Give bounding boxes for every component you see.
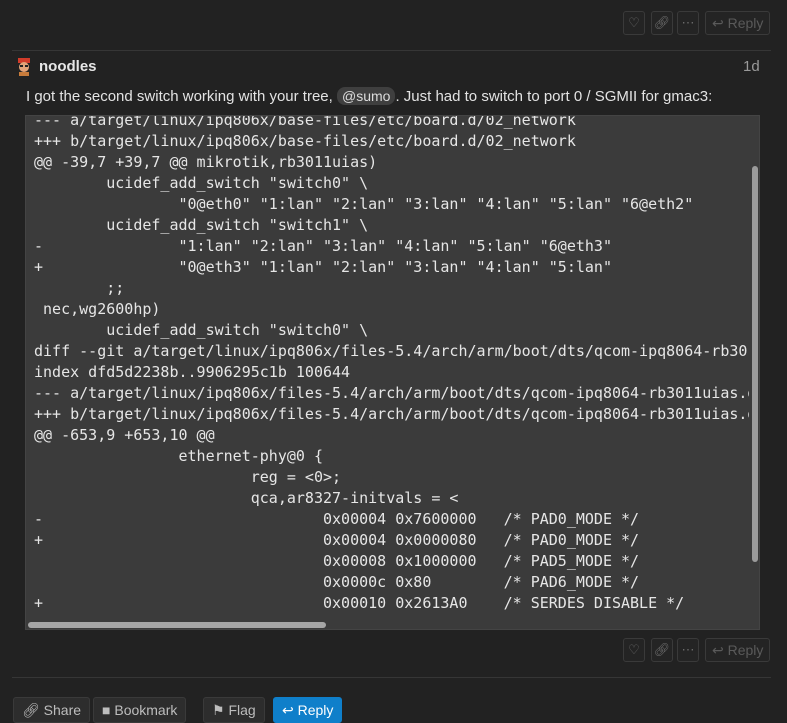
bookmark-button[interactable]: ■ Bookmark — [93, 697, 187, 723]
vertical-scrollbar-thumb[interactable] — [752, 166, 758, 562]
code-line: +++ b/target/linux/ipq806x/files-5.4/arc… — [34, 405, 760, 423]
post-age[interactable]: 1d — [743, 58, 760, 75]
reply-icon: ↩ — [712, 642, 724, 658]
ellipsis-icon: ⋯ — [681, 15, 695, 30]
code-line: ucidef_add_switch "switch0" \ — [34, 321, 369, 339]
flag-icon: ⚑ — [212, 702, 225, 718]
code-line: --- a/target/linux/ipq806x/files-5.4/arc… — [34, 384, 760, 402]
username[interactable]: noodles — [39, 58, 97, 75]
post-like-button[interactable]: ♡ — [623, 638, 645, 662]
footer-divider — [12, 677, 771, 678]
reply-button-top[interactable]: ↩ Reply — [705, 11, 771, 35]
reply-icon: ↩ — [712, 15, 724, 31]
link-icon: 🔗︎ — [653, 15, 671, 30]
code-block[interactable]: --- a/target/linux/ipq806x/base-files/et… — [25, 115, 760, 630]
reply-label: Reply — [727, 642, 764, 658]
share-icon: 🔗︎ — [22, 702, 40, 718]
code-line: index dfd5d2238b..9906295c1b 100644 — [34, 363, 351, 381]
post-text-after: . Just had to switch to port 0 / SGMII f… — [395, 88, 713, 105]
flag-label: Flag — [228, 702, 256, 718]
code-line: - "1:lan" "2:lan" "3:lan" "4:lan" "5:lan… — [34, 237, 612, 255]
post-text: I got the second switch working with you… — [26, 87, 712, 105]
post-text-before: I got the second switch working with you… — [26, 88, 333, 105]
code-line: nec,wg2600hp) — [34, 300, 161, 318]
code-line: 0x0000c 0x80 /* PAD6_MODE */ — [34, 573, 640, 591]
code-line: @@ -653,9 +653,10 @@ — [34, 426, 215, 444]
code-line: @@ -39,7 +39,7 @@ mikrotik,rb3011uias) — [34, 153, 378, 171]
bookmark-icon: ■ — [102, 702, 111, 718]
reply-label: Reply — [727, 15, 764, 31]
code-line: diff --git a/target/linux/ipq806x/files-… — [34, 342, 760, 360]
code-line: 0x00008 0x1000000 /* PAD5_MODE */ — [34, 552, 640, 570]
code-line: qca,ar8327-initvals = < — [34, 489, 459, 507]
code-line: "0@eth0" "1:lan" "2:lan" "3:lan" "4:lan"… — [34, 195, 694, 213]
like-button[interactable]: ♡ — [623, 11, 645, 35]
code-line: ethernet-phy@0 { — [34, 447, 323, 465]
user-mention[interactable]: @sumo — [336, 87, 396, 105]
code-line: --- a/target/linux/ipq806x/base-files/et… — [34, 115, 576, 129]
reply-label: Reply — [297, 702, 334, 718]
link-icon: 🔗︎ — [653, 642, 671, 657]
user-avatar-icon — [18, 58, 30, 76]
topic-reply-button[interactable]: ↩ Reply — [273, 697, 343, 723]
reply-icon: ↩ — [282, 702, 294, 718]
code-line: - 0x00004 0x7600000 /* PAD0_MODE */ — [34, 510, 640, 528]
ellipsis-icon: ⋯ — [681, 642, 695, 657]
share-label: Share — [43, 702, 82, 718]
copy-link-button[interactable]: 🔗︎ — [651, 11, 673, 35]
post-more-actions-button[interactable]: ⋯ — [677, 638, 699, 662]
share-button[interactable]: 🔗︎ Share — [13, 697, 91, 723]
code-content: --- a/target/linux/ipq806x/base-files/et… — [26, 115, 760, 629]
flag-button[interactable]: ⚑ Flag — [203, 697, 265, 723]
more-actions-button[interactable]: ⋯ — [677, 11, 699, 35]
code-line: reg = <0>; — [34, 468, 342, 486]
post-divider — [12, 50, 771, 51]
code-line: + 0x00010 0x2613A0 /* SERDES DISABLE */ — [34, 594, 685, 612]
code-line: ucidef_add_switch "switch0" \ — [34, 174, 369, 192]
heart-icon: ♡ — [628, 15, 640, 30]
heart-icon: ♡ — [628, 642, 640, 657]
code-line: ;; — [34, 279, 125, 297]
horizontal-scrollbar-thumb[interactable] — [28, 622, 326, 628]
post-copy-link-button[interactable]: 🔗︎ — [651, 638, 673, 662]
code-line: + "0@eth3" "1:lan" "2:lan" "3:lan" "4:la… — [34, 258, 612, 276]
code-line: ucidef_add_switch "switch1" \ — [34, 216, 369, 234]
bookmark-label: Bookmark — [114, 702, 178, 718]
avatar[interactable] — [16, 58, 32, 76]
code-line: + 0x00004 0x0000080 /* PAD0_MODE */ — [34, 531, 640, 549]
post-reply-button[interactable]: ↩ Reply — [705, 638, 771, 662]
code-line: +++ b/target/linux/ipq806x/base-files/et… — [34, 132, 576, 150]
